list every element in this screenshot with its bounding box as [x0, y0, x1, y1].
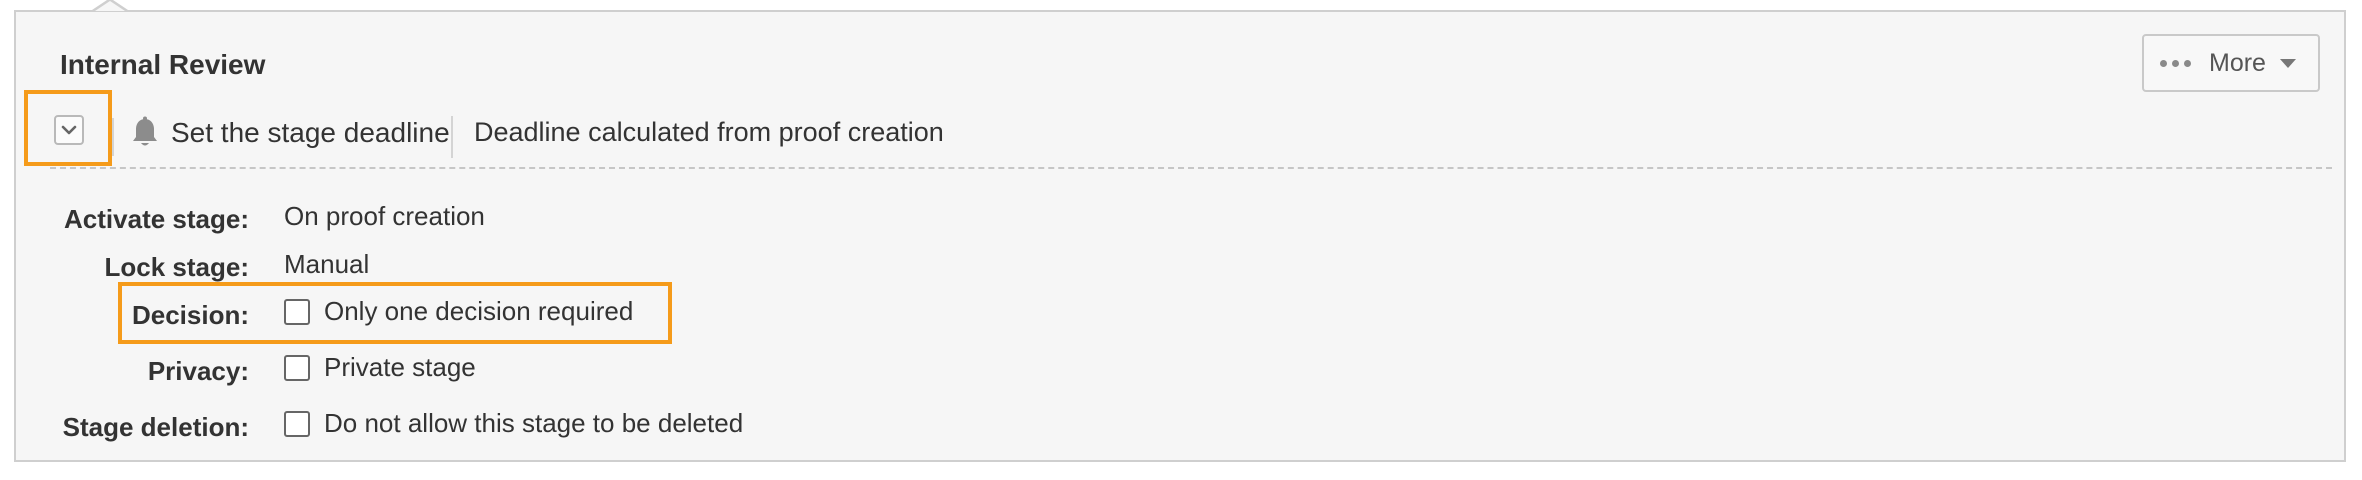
activate-stage-value: On proof creation: [284, 201, 485, 231]
activate-stage-label: Activate stage:: [64, 204, 249, 234]
decision-checkbox-row[interactable]: Only one decision required: [284, 296, 633, 327]
privacy-checkbox[interactable]: [284, 354, 310, 381]
stage-deletion-checkbox[interactable]: [284, 410, 310, 437]
lock-stage-label: Lock stage:: [104, 252, 250, 282]
privacy-checkbox-row[interactable]: Private stage: [284, 352, 476, 383]
stage-panel: Internal Review More Set the stage deadl…: [14, 10, 2346, 462]
settings-labels: Activate stage: Lock stage: Decision: Pr…: [16, 12, 249, 464]
stage-deletion-checkbox-label: Do not allow this stage to be deleted: [324, 408, 744, 438]
panel-pointer: [95, 1, 125, 11]
toolbar-divider: [451, 116, 453, 158]
more-button-label: More: [2209, 48, 2266, 77]
more-button[interactable]: More: [2142, 34, 2320, 92]
privacy-label: Privacy:: [147, 356, 249, 386]
lock-stage-value: Manual: [284, 249, 370, 279]
section-divider: [50, 167, 2332, 169]
privacy-checkbox-label: Private stage: [324, 352, 476, 382]
caret-down-icon: [2279, 58, 2296, 68]
ellipsis-icon: [2160, 59, 2191, 67]
decision-checkbox-label: Only one decision required: [324, 296, 634, 326]
stage-deletion-label: Stage deletion:: [62, 412, 249, 442]
decision-checkbox[interactable]: [284, 298, 310, 325]
deadline-info: Deadline calculated from proof creation: [474, 117, 944, 147]
stage-deletion-checkbox-row[interactable]: Do not allow this stage to be deleted: [284, 408, 743, 439]
